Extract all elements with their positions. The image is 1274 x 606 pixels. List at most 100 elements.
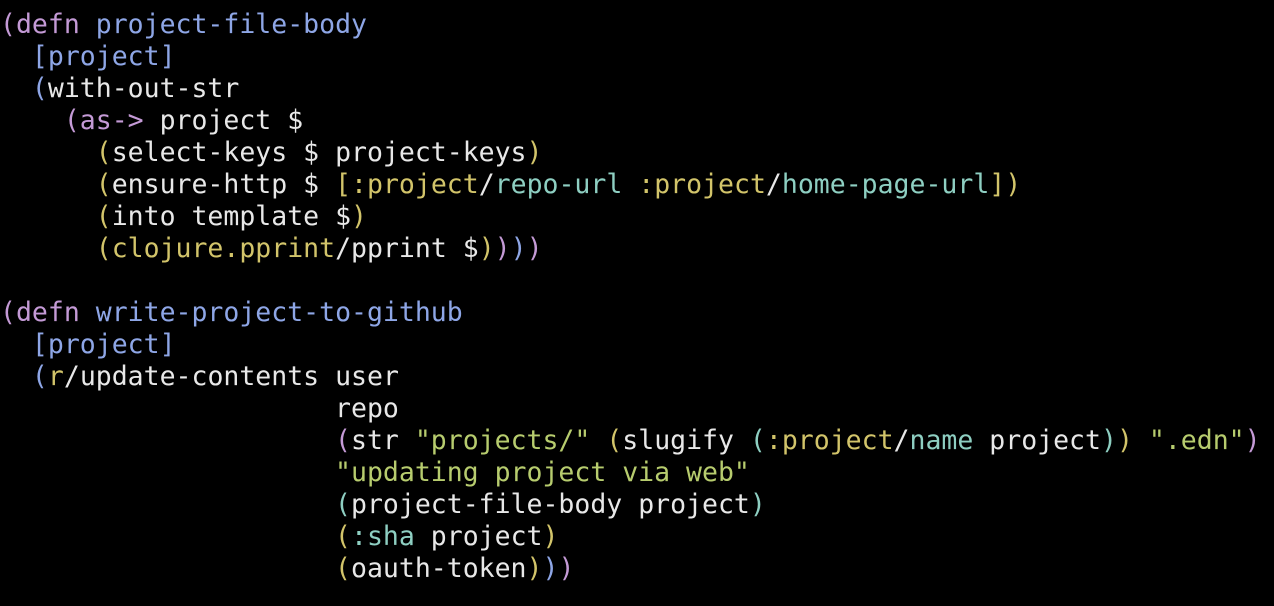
code-line: (select-keys $ project-keys) <box>0 137 1274 169</box>
code-line: (ensure-http $ [:project/repo-url :proje… <box>0 169 1274 201</box>
code-token-keyword-name: repo-url <box>494 169 623 200</box>
code-token-paren: ( <box>95 201 112 232</box>
code-token-keyword-name: name <box>909 425 974 456</box>
code-token-special-form: defn <box>15 9 96 40</box>
code-token-keyword-ns: :project <box>638 169 766 200</box>
code-token-keyword: :sha <box>351 521 415 552</box>
code-token-separator: / <box>335 233 352 264</box>
code-token-symbol: /update-contents user <box>63 361 399 392</box>
code-token-paren: ( <box>0 9 16 40</box>
code-line: (defn project-file-body <box>0 9 1274 41</box>
code-token-paren: ) <box>526 137 543 168</box>
code-token-paren: ) <box>1244 425 1261 456</box>
code-token-paren: ) <box>1100 425 1117 456</box>
code-token-paren: ( <box>335 553 352 584</box>
code-token-string: ".edn" <box>1148 425 1245 456</box>
code-token-bracket: [ <box>335 169 352 200</box>
code-token-bracket: ] <box>989 169 1006 200</box>
code-token-paren: ( <box>95 233 112 264</box>
code-token-paren: ( <box>749 425 766 456</box>
code-token-paren: ( <box>335 489 352 520</box>
code-token-separator: / <box>478 169 495 200</box>
code-line: (:sha project) <box>0 521 1274 553</box>
code-token-indent <box>0 201 96 232</box>
code-token-symbol: project <box>47 41 160 72</box>
code-token-paren: ( <box>606 425 623 456</box>
code-token-paren: ) <box>542 553 559 584</box>
code-token-symbol: str <box>351 425 415 456</box>
code-token-paren: ( <box>31 361 48 392</box>
code-token-paren: ) <box>558 553 575 584</box>
code-token-paren: ) <box>526 553 543 584</box>
code-token-indent <box>0 361 32 392</box>
code-editor[interactable]: (defn project-file-body [project] (with-… <box>0 9 1274 585</box>
code-line: (with-out-str <box>0 73 1274 105</box>
code-token-indent <box>0 233 96 264</box>
code-token-string: "updating project via web" <box>335 457 750 488</box>
code-token-paren: ( <box>63 105 80 136</box>
code-token-indent <box>0 41 32 72</box>
code-token-paren: ) <box>526 233 543 264</box>
code-line: (clojure.pprint/pprint $)))) <box>0 233 1274 265</box>
code-token-indent <box>0 457 335 488</box>
code-token-symbol: project-file-body project <box>351 489 750 520</box>
code-line: (as-> project $ <box>0 105 1274 137</box>
code-token-bracket: [ <box>31 329 48 360</box>
code-token-paren: ) <box>351 201 367 232</box>
code-line: (defn write-project-to-github <box>0 297 1274 329</box>
code-token-paren: ( <box>95 137 112 168</box>
code-token-paren: ( <box>31 73 48 104</box>
code-token-indent <box>0 169 96 200</box>
code-token-paren: ( <box>0 297 16 328</box>
code-line: "updating project via web" <box>0 457 1274 489</box>
code-token-symbol: project <box>973 425 1101 456</box>
code-token-keyword-name: home-page-url <box>781 169 990 200</box>
code-token-paren: ) <box>510 233 527 264</box>
code-token-symbol: repo <box>335 393 399 424</box>
code-token-paren: ( <box>335 425 352 456</box>
code-token-symbol: pprint $ <box>351 233 479 264</box>
code-token-function-name: project-file-body <box>95 9 367 40</box>
code-token-indent <box>0 425 335 456</box>
code-token-keyword-ns: :project <box>351 169 479 200</box>
code-line: [project] <box>0 41 1274 73</box>
code-token-bracket: ] <box>159 329 176 360</box>
code-token-function-name: write-project-to-github <box>95 297 463 328</box>
code-token-indent <box>0 329 32 360</box>
code-line: (into template $) <box>0 201 1274 233</box>
code-token-paren: ( <box>335 521 352 552</box>
code-token-symbol: project <box>47 329 160 360</box>
code-line: [project] <box>0 329 1274 361</box>
code-token-string: "projects/" <box>414 425 591 456</box>
code-token-paren: ) <box>1005 169 1022 200</box>
code-line: repo <box>0 393 1274 425</box>
code-token-symbol: project $ <box>143 105 304 136</box>
code-token-paren: ) <box>542 521 559 552</box>
code-line: (project-file-body project) <box>0 489 1274 521</box>
code-token-keyword-ns: :project <box>765 425 894 456</box>
code-token-paren: ) <box>494 233 511 264</box>
code-token-symbol: project <box>414 521 543 552</box>
code-token-symbol: slugify <box>622 425 750 456</box>
code-token-paren: ) <box>1116 425 1133 456</box>
code-token-symbol: select-keys $ project-keys <box>111 137 527 168</box>
code-line: (str "projects/" (slugify (:project/name… <box>0 425 1274 457</box>
code-token-indent <box>0 105 64 136</box>
code-token-symbol: oauth-token <box>351 553 527 584</box>
code-token-indent <box>0 489 335 520</box>
code-token-indent <box>0 521 335 552</box>
code-token-bracket: [ <box>31 41 48 72</box>
code-token-namespace: r <box>47 361 64 392</box>
code-token-paren: ( <box>95 169 112 200</box>
code-token-separator: / <box>765 169 782 200</box>
code-token-indent <box>0 553 335 584</box>
code-token-symbol: into template $ <box>111 201 352 232</box>
code-token-indent <box>0 393 335 424</box>
code-token-symbol: ensure-http $ <box>111 169 336 200</box>
code-token-paren: ) <box>478 233 495 264</box>
code-token-special-form: as-> <box>79 105 144 136</box>
